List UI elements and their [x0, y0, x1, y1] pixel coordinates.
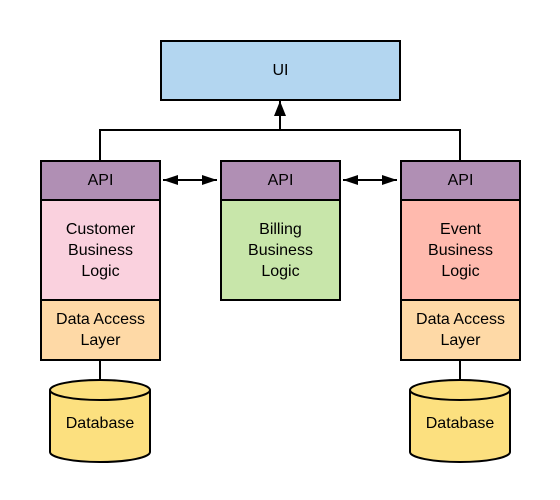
customer-data-access-layer: Data Access Layer — [40, 299, 161, 361]
logic-label: Billing Business Logic — [248, 220, 313, 280]
ui-arrow-head — [274, 101, 286, 116]
arrow-head-left-2 — [343, 175, 358, 185]
logic-label: Event Business Logic — [428, 220, 493, 280]
dal-label: Data Access Layer — [416, 311, 505, 349]
arrow-head-left-1 — [163, 175, 178, 185]
database-left-label: Database — [65, 415, 135, 432]
logic-label: Customer Business Logic — [65, 220, 136, 280]
ui-label: UI — [272, 62, 289, 79]
event-api: API — [400, 160, 521, 201]
billing-business-logic: Billing Business Logic — [220, 199, 341, 301]
customer-api: API — [40, 160, 161, 201]
arrow-head-right-2 — [382, 175, 397, 185]
api-label: API — [447, 172, 474, 189]
api-label: API — [87, 172, 114, 189]
event-business-logic: Event Business Logic — [400, 199, 521, 301]
billing-api: API — [220, 160, 341, 201]
dal-label: Data Access Layer — [56, 311, 145, 349]
bus-connector — [99, 129, 461, 160]
customer-business-logic: Customer Business Logic — [40, 199, 161, 301]
api-label: API — [267, 172, 294, 189]
arrow-head-right-1 — [202, 175, 217, 185]
event-data-access-layer: Data Access Layer — [400, 299, 521, 361]
database-right-label: Database — [425, 415, 495, 432]
ui-box: UI — [160, 40, 401, 101]
